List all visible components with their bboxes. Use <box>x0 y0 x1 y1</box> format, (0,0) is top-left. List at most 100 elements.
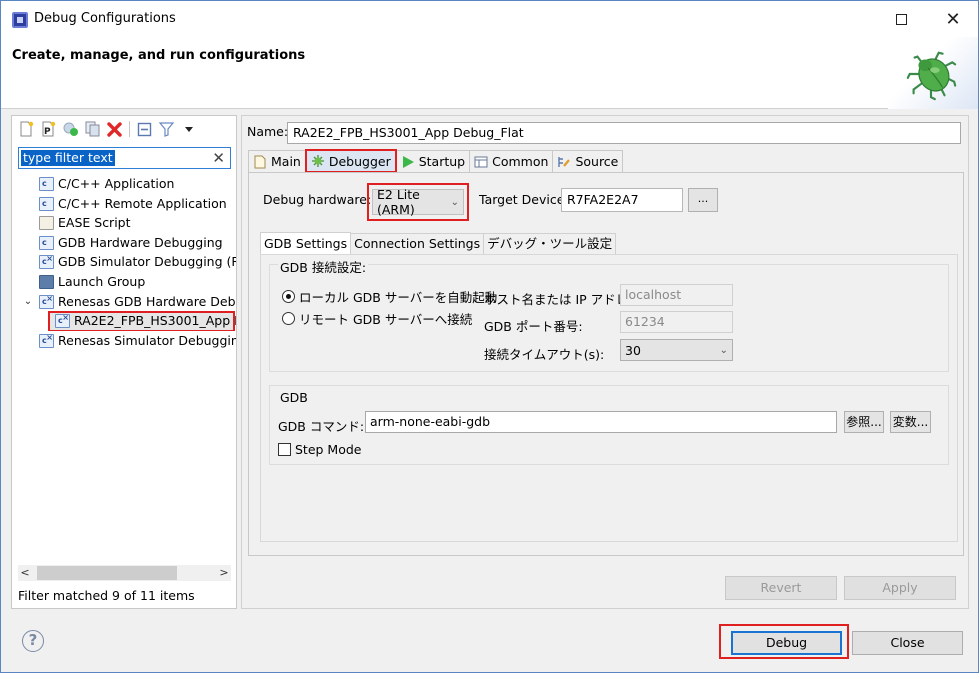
app-icon <box>12 12 28 28</box>
tree-item-c-cpp-remote-application[interactable]: c C/C++ Remote Application <box>12 194 236 214</box>
view-menu-button[interactable] <box>179 120 198 139</box>
debug-hardware-highlight: E2 Lite (ARM) ⌄ <box>367 183 469 221</box>
tree-item-selected-configuration[interactable]: c RA2E2_FPB_HS3001_App Debug_Flat <box>12 311 236 331</box>
common-tab-icon <box>474 156 488 167</box>
duplicate-icon <box>85 121 100 137</box>
scroll-left-icon[interactable]: < <box>18 565 32 581</box>
startup-tab-icon <box>402 155 414 168</box>
script-icon <box>39 216 54 231</box>
c-debug-icon: c <box>39 293 54 309</box>
config-toolbar: P <box>12 116 236 142</box>
new-prototype-button[interactable]: P <box>39 120 58 139</box>
port-input[interactable]: 61234 <box>620 311 733 333</box>
tree-item-renesas-gdb-hardware-debugging[interactable]: ⌄ c Renesas GDB Hardware Debugging <box>12 292 236 312</box>
c-app-icon: c <box>39 235 54 250</box>
checkbox[interactable] <box>278 443 291 456</box>
tab-main[interactable]: Main <box>248 150 306 172</box>
revert-button[interactable]: Revert <box>725 576 837 600</box>
dialog-header: Create, manage, and run configurations <box>1 37 978 109</box>
tab-startup[interactable]: Startup <box>395 150 471 172</box>
collapse-all-icon <box>137 122 152 136</box>
tree-item-label: EASE Script <box>58 215 131 231</box>
radio-local-gdb-server[interactable]: ローカル GDB サーバーを自動起動 <box>282 287 497 306</box>
gdb-settings-content: GDB 接続設定: ローカル GDB サーバーを自動起動 リモート GDB サー… <box>260 254 958 542</box>
debug-hardware-value: E2 Lite (ARM) <box>377 187 420 217</box>
gdb-connection-group: GDB 接続設定: ローカル GDB サーバーを自動起動 リモート GDB サー… <box>269 257 949 372</box>
collapse-all-button[interactable] <box>135 120 154 139</box>
radio-remote-gdb-server[interactable]: リモート GDB サーバーへ接続 <box>282 309 472 328</box>
tree-item-label: Renesas Simulator Debugging (RX, RL78) <box>58 332 236 348</box>
tab-common[interactable]: Common <box>469 150 554 172</box>
configuration-editor-panel: Name: RA2E2_FPB_HS3001_App Debug_Flat Ma… <box>241 115 969 609</box>
radio-button-checked[interactable] <box>282 290 295 303</box>
c-debug-icon: c <box>39 332 54 348</box>
timeout-value: 30 <box>625 342 641 358</box>
host-input[interactable]: localhost <box>620 284 733 306</box>
toolbar-separator <box>129 121 130 137</box>
new-prototype-icon: P <box>42 121 56 137</box>
tab-label: Debugger <box>328 153 391 169</box>
debug-hardware-select[interactable]: E2 Lite (ARM) ⌄ <box>372 187 464 217</box>
c-app-icon: c <box>39 196 54 211</box>
clear-icon[interactable]: ✕ <box>212 149 225 167</box>
radio-button[interactable] <box>282 312 295 325</box>
svg-text:P: P <box>44 127 51 137</box>
subtab-debug-tool-settings[interactable]: デバッグ・ツール設定 <box>483 233 617 254</box>
target-device-browse-button[interactable]: ... <box>688 188 718 212</box>
gdb-group-title: GDB <box>278 390 310 405</box>
launch-group-icon <box>39 274 54 289</box>
filter-button[interactable] <box>157 120 176 139</box>
browse-button[interactable]: 参照... <box>844 411 884 433</box>
debugger-tab-icon <box>311 155 324 167</box>
tree-item-ease-script[interactable]: EASE Script <box>12 213 236 233</box>
tab-source[interactable]: Source <box>552 150 624 172</box>
close-window-button[interactable]: ✕ <box>933 5 973 33</box>
subtab-connection-settings[interactable]: Connection Settings <box>350 233 485 254</box>
tree-item-label: C/C++ Application <box>58 176 175 191</box>
tree-item-renesas-simulator-debugging[interactable]: c Renesas Simulator Debugging (RX, RL78) <box>12 331 236 351</box>
apply-button[interactable]: Apply <box>844 576 956 600</box>
scroll-right-icon[interactable]: > <box>217 565 231 581</box>
delete-button[interactable] <box>105 120 124 139</box>
debug-configurations-dialog: Debug Configurations ✕ Create, manage, a… <box>0 0 979 673</box>
debug-hardware-label: Debug hardware: <box>263 192 372 207</box>
close-icon: ✕ <box>945 8 961 30</box>
tree-item-gdb-hardware-debugging[interactable]: c GDB Hardware Debugging <box>12 233 236 253</box>
scrollbar-thumb[interactable] <box>37 566 177 580</box>
filter-icon <box>159 121 174 137</box>
new-configuration-icon <box>20 121 34 137</box>
variables-button[interactable]: 変数... <box>890 411 931 433</box>
chevron-down-icon[interactable]: ⌄ <box>22 292 34 312</box>
port-label: GDB ポート番号: <box>484 319 583 334</box>
tree-item-label: GDB Hardware Debugging <box>58 234 223 250</box>
help-icon[interactable]: ? <box>22 630 44 652</box>
timeout-select[interactable]: 30 ⌄ <box>620 339 733 361</box>
horizontal-scrollbar[interactable]: < > <box>18 565 231 581</box>
tree-item-label: GDB Simulator Debugging (RH850) <box>58 254 236 270</box>
tab-debugger[interactable]: Debugger <box>304 149 397 173</box>
filter-status: Filter matched 9 of 11 items <box>18 588 195 603</box>
main-tab-icon <box>254 155 266 168</box>
tree-item-gdb-simulator-debugging[interactable]: c GDB Simulator Debugging (RH850) <box>12 252 236 272</box>
subtab-gdb-settings[interactable]: GDB Settings <box>260 232 352 254</box>
target-device-input[interactable]: R7FA2E2A7 <box>561 188 683 212</box>
tree-item-launch-group[interactable]: Launch Group <box>12 272 236 292</box>
maximize-button[interactable] <box>881 5 921 33</box>
export-button[interactable] <box>61 120 80 139</box>
step-mode-checkbox[interactable]: Step Mode <box>278 442 362 457</box>
duplicate-button[interactable] <box>83 120 102 139</box>
tab-label: Startup <box>418 154 466 169</box>
name-input[interactable]: RA2E2_FPB_HS3001_App Debug_Flat <box>287 122 961 144</box>
filter-text[interactable]: type filter text <box>21 150 115 166</box>
new-configuration-button[interactable] <box>17 120 36 139</box>
gdb-command-input[interactable]: arm-none-eabi-gdb <box>365 411 837 433</box>
debugger-tab-content: Debug hardware: E2 Lite (ARM) ⌄ Target D… <box>248 172 964 556</box>
filter-input[interactable]: type filter text ✕ <box>18 147 231 169</box>
chevron-down-icon: ⌄ <box>719 344 728 356</box>
tab-label: Source <box>575 154 619 169</box>
window-title: Debug Configurations <box>34 11 176 26</box>
tree-item-c-cpp-application[interactable]: c C/C++ Application <box>12 174 236 194</box>
close-button[interactable]: Close <box>852 631 963 655</box>
debug-button[interactable]: Debug <box>731 631 842 655</box>
c-app-icon: c <box>39 177 54 191</box>
